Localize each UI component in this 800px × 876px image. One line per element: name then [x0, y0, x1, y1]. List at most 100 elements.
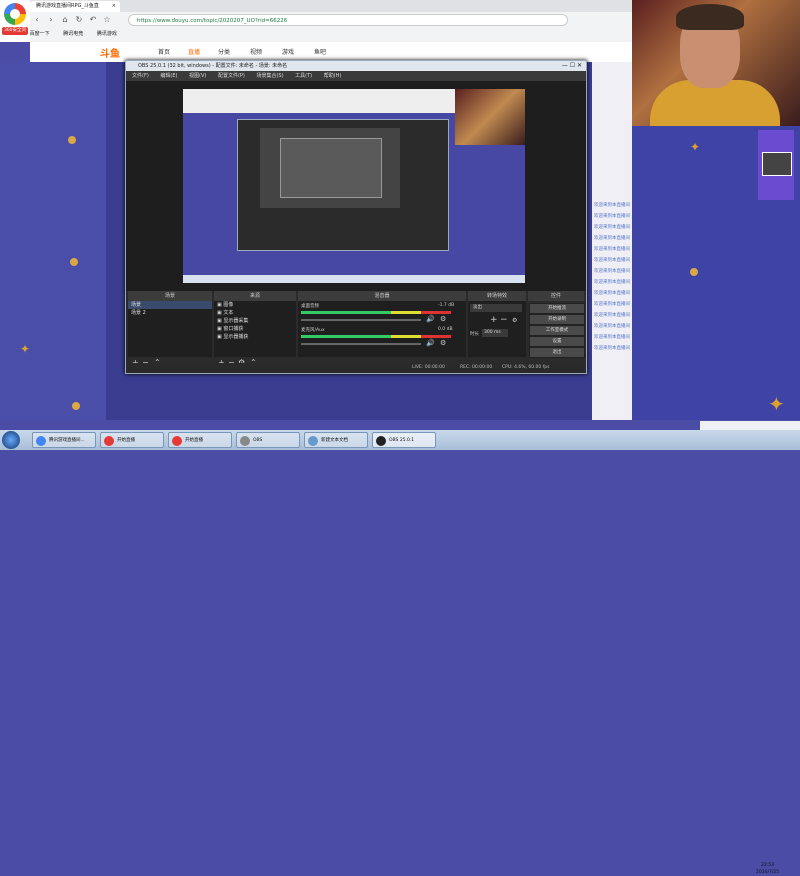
taskbar-item[interactable]: 开始直播 — [168, 432, 232, 448]
app-icon — [240, 436, 250, 446]
preview-browser — [183, 89, 455, 113]
add-transition-icon[interactable]: + — [490, 315, 498, 325]
source-item[interactable]: ▣ 显示器采集 — [214, 317, 296, 325]
bookmark-item[interactable]: 百度一下 — [30, 31, 50, 37]
source-item[interactable]: ▣ 图像 — [214, 301, 296, 309]
system-clock[interactable]: 22:53 2020/7/25 — [756, 862, 779, 876]
browser-tab[interactable]: 腾讯游戏直播间RPG_斗鱼直 × — [30, 1, 120, 12]
volume-slider[interactable] — [301, 319, 421, 321]
menu-item[interactable]: 文件(F) — [132, 73, 149, 79]
bookmark-item[interactable]: 腾讯游戏 — [97, 31, 117, 37]
scene-item[interactable]: 场景 — [128, 301, 212, 309]
volume-meter — [301, 311, 451, 314]
sources-list[interactable]: ▣ 图像 ▣ 文本 ▣ 显示器采集 ▣ 窗口捕获 ▣ 显示器捕获 — [214, 301, 296, 357]
star-icon: ✦ — [20, 342, 31, 356]
window-controls-icon[interactable]: — ☐ ✕ — [562, 61, 582, 71]
clock-date: 2020/7/25 — [756, 870, 780, 875]
browser-logo-label: 360安全浏览 — [2, 27, 28, 41]
dock-title-transitions: 转场特效 — [468, 291, 526, 301]
reload-icon[interactable]: ↻ — [74, 15, 84, 25]
speaker-icon[interactable]: 🔊 — [426, 339, 435, 347]
studio-mode-button[interactable]: 工作室模式 — [529, 325, 585, 336]
notepad-icon — [308, 436, 318, 446]
transition-select[interactable]: 淡出 — [470, 304, 522, 312]
nav-item[interactable]: 游戏 — [282, 47, 294, 56]
scenes-list[interactable]: 场景 场景 2 — [128, 301, 212, 357]
close-icon[interactable]: × — [112, 1, 116, 12]
forward-icon[interactable]: › — [46, 15, 56, 25]
nav-item[interactable]: 鱼吧 — [314, 47, 326, 56]
dock-title-controls: 控件 — [528, 291, 584, 301]
rec-status: REC: 00:00:00 — [460, 365, 493, 370]
scene-item[interactable]: 场景 2 — [128, 309, 212, 317]
volume-meter — [301, 335, 451, 338]
browser-logo-icon[interactable] — [4, 3, 26, 25]
taskbar-item[interactable]: OBS 25.0.1 — [372, 432, 436, 448]
speaker-icon[interactable]: 🔊 — [426, 315, 435, 323]
nav-item[interactable]: 视频 — [250, 47, 262, 56]
source-item[interactable]: ▣ 文本 — [214, 309, 296, 317]
mixer-track-db: -1.7 dB — [438, 303, 455, 308]
browser-sidebar: 360安全浏览 — [0, 0, 30, 42]
source-item[interactable]: ▣ 窗口捕获 — [214, 325, 296, 333]
back-icon[interactable]: ‹ — [32, 15, 42, 25]
taskbar-item[interactable]: OBS — [236, 432, 300, 448]
nav-item[interactable]: 直播 — [188, 47, 200, 56]
menu-item[interactable]: 场景集合(S) — [256, 73, 283, 79]
url-bar[interactable]: https://www.douyu.com/topic/2020207_UO?r… — [128, 14, 568, 26]
menu-item[interactable]: 工具(T) — [295, 73, 312, 79]
start-button-icon[interactable] — [2, 431, 20, 449]
menu-item[interactable]: 配置文件(P) — [218, 73, 245, 79]
undo-icon[interactable]: ↶ — [88, 15, 98, 25]
volume-slider[interactable] — [301, 343, 421, 345]
exit-button[interactable]: 退出 — [529, 347, 585, 358]
taskbar-item[interactable]: 新建文本文档 — [304, 432, 368, 448]
cpu-status: CPU: 4.6%, 60.00 fps — [502, 365, 550, 370]
gear-icon[interactable]: ⚙ — [440, 339, 446, 347]
browser-status-strip — [700, 421, 800, 430]
gear-icon[interactable]: ⚙ — [440, 315, 446, 323]
decor-dot — [690, 268, 698, 276]
menu-item[interactable]: 帮助(H) — [324, 73, 342, 79]
star-icon: ✦ — [690, 140, 701, 154]
nav-item[interactable]: 分类 — [218, 47, 230, 56]
tab-title: 腾讯游戏直播间RPG_斗鱼直 — [36, 3, 99, 9]
obs-icon — [376, 436, 386, 446]
menu-item[interactable]: 编辑(E) — [160, 73, 177, 79]
favorite-icon[interactable]: ☆ — [102, 15, 112, 25]
home-icon[interactable]: ⌂ — [60, 15, 70, 25]
duration-label: 时长 — [470, 332, 479, 337]
obs-docks: 场景 场景 场景 2 + − ⌃ ⌄ 来源 ▣ 图像 ▣ 文本 ▣ 显示器采集 … — [126, 291, 586, 373]
mixer-track-label: 桌面音频 — [301, 304, 319, 309]
source-item[interactable]: ▣ 显示器捕获 — [214, 333, 296, 341]
remove-transition-icon[interactable]: − — [500, 315, 508, 325]
start-streaming-button[interactable]: 开始推流 — [529, 303, 585, 314]
webcam-person-hat — [676, 4, 744, 30]
taskbar-item[interactable]: 开始直播 — [100, 432, 164, 448]
gear-icon[interactable]: ⚙ — [512, 317, 517, 324]
douyu-logo[interactable]: 斗鱼 — [100, 45, 120, 60]
start-recording-button[interactable]: 开始录制 — [529, 314, 585, 325]
dock-title-scenes: 场景 — [128, 291, 212, 301]
transitions-panel: 淡出 + − ⚙ 时长 300 ms — [468, 301, 526, 357]
dock-title-mixer: 混音器 — [298, 291, 466, 301]
duration-input[interactable]: 300 ms — [482, 329, 508, 337]
browser-icon — [36, 436, 46, 446]
gift-bar[interactable] — [106, 396, 592, 420]
nav-item[interactable]: 首页 — [158, 47, 170, 56]
settings-button[interactable]: 设置 — [529, 336, 585, 347]
tab-strip: 腾讯游戏直播间RPG_斗鱼直 × — [0, 0, 632, 12]
taskbar-item[interactable]: 腾讯游戏直播间... — [32, 432, 96, 448]
browser-chrome: 腾讯游戏直播间RPG_斗鱼直 × ‹ › ⌂ ↻ ↶ ☆ https://www… — [0, 0, 632, 42]
windows-taskbar: 腾讯游戏直播间... 开始直播 开始直播 OBS 新建文本文档 OBS 25.0… — [0, 430, 800, 875]
bookmark-item[interactable]: 腾讯电竞 — [63, 31, 83, 37]
app-icon — [172, 436, 182, 446]
obs-statusbar: LIVE: 00:00:00 REC: 00:00:00 CPU: 4.6%, … — [126, 363, 586, 373]
gift-banner[interactable] — [758, 130, 794, 200]
live-status: LIVE: 00:00:00 — [412, 365, 445, 370]
obs-titlebar[interactable]: OBS 25.0.1 (32 bit, windows) - 配置文件: 未命名… — [126, 61, 586, 71]
obs-title: OBS 25.0.1 (32 bit, windows) - 配置文件: 未命名… — [138, 63, 288, 69]
obs-preview[interactable] — [126, 81, 586, 291]
dock-title-sources: 来源 — [214, 291, 296, 301]
menu-item[interactable]: 视图(V) — [189, 73, 206, 79]
